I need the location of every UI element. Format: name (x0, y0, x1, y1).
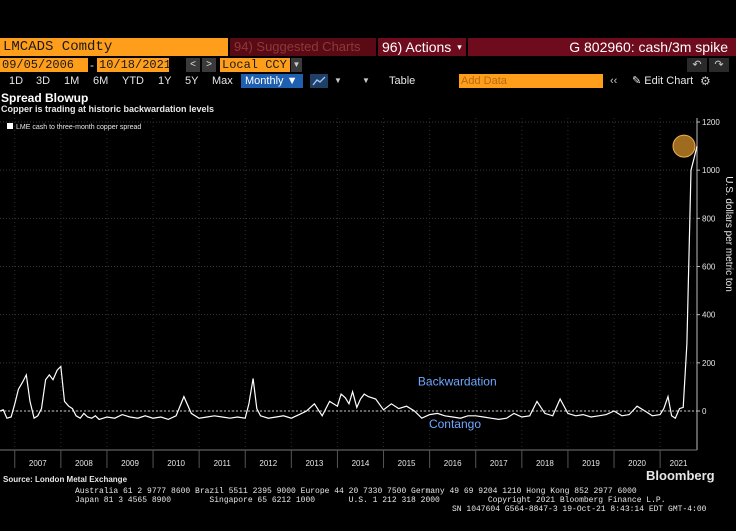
chart-area: 0 200 400 600 800 1000 1200 U.S. dollars per me… (0, 118, 734, 468)
period-ytd[interactable]: YTD (122, 74, 144, 88)
y-tick-label: 1200 (702, 118, 720, 127)
y-tick-label: 600 (702, 263, 716, 272)
footer-contacts-line2: Japan 81 3 4565 8900 Singapore 65 6212 1… (75, 496, 666, 505)
chevrons-left-icon[interactable]: ‹‹ (610, 74, 617, 88)
series-line (0, 145, 698, 421)
x-tick-label: 2014 (352, 459, 370, 468)
line-chart-glyph (312, 76, 326, 86)
graph-title: G 802960: cash/3m spike (468, 38, 736, 56)
x-tick-label: 2010 (167, 459, 185, 468)
chevron-right-icon[interactable]: > (202, 58, 216, 72)
chevron-down-icon[interactable]: ▼ (362, 74, 370, 88)
x-tick-label: 2008 (75, 459, 93, 468)
chart-title: Spread Blowup (1, 91, 89, 105)
period-3d[interactable]: 3D (36, 74, 50, 88)
ticker-field[interactable]: LMCADS Comdty (0, 38, 228, 56)
chevron-down-icon: ▾ (457, 42, 462, 52)
x-tick-label: 2015 (398, 459, 416, 468)
frequency-label: Monthly (245, 75, 284, 87)
x-tick-label: 2009 (121, 459, 139, 468)
footer-stamp: SN 1047604 G564-8847-3 19-Oct-21 8:43:14… (452, 505, 707, 514)
bloomberg-logo: Bloomberg (646, 468, 715, 483)
period-1m[interactable]: 1M (64, 74, 79, 88)
y-tick-label: 800 (702, 214, 716, 223)
header-bar: LMCADS Comdty 94) Suggested Charts 96) A… (0, 38, 736, 56)
legend: LME cash to three-month copper spread (7, 123, 141, 131)
y-tick-label: 200 (702, 359, 716, 368)
highlight-marker (672, 134, 696, 158)
x-tick-label: 2021 (670, 459, 688, 468)
x-tick-label: 2011 (214, 459, 232, 468)
redo-icon[interactable]: ↷ (709, 58, 729, 72)
period-1y[interactable]: 1Y (158, 74, 171, 88)
x-tick-label: 2007 (29, 459, 47, 468)
suggested-charts-button[interactable]: 94) Suggested Charts (230, 38, 376, 56)
date-separator: - (90, 58, 94, 72)
footer-contacts-line1: Australia 61 2 9777 8600 Brazil 5511 239… (75, 487, 637, 496)
x-tick-label: 2017 (490, 459, 508, 468)
chart-annotation: Backwardation (418, 375, 497, 389)
period-6m[interactable]: 6M (93, 74, 108, 88)
gear-icon[interactable]: ⚙ (700, 74, 711, 88)
start-date-input[interactable]: 09/05/2006 (0, 58, 88, 72)
y-tick-label: 1000 (702, 166, 720, 175)
period-5y[interactable]: 5Y (185, 74, 198, 88)
x-tick-label: 2012 (259, 459, 277, 468)
date-range-bar: 09/05/2006 - 10/18/2021 < > Local CCY ▼ … (0, 58, 736, 72)
actions-menu-button[interactable]: 96) Actions ▾ (378, 38, 466, 56)
y-tick-label: 0 (702, 407, 707, 416)
x-tick-label: 2013 (305, 459, 323, 468)
table-button[interactable]: Table (389, 74, 415, 88)
frequency-select[interactable]: Monthly ▼ (241, 74, 303, 88)
x-tick-label: 2020 (628, 459, 646, 468)
period-max[interactable]: Max (212, 74, 233, 88)
x-tick-label: 2019 (582, 459, 600, 468)
x-tick-label: 2018 (536, 459, 554, 468)
currency-select[interactable]: Local CCY (220, 58, 290, 72)
x-tick-label: 2016 (444, 459, 462, 468)
source-note: Source: London Metal Exchange (3, 475, 128, 484)
chevron-down-icon[interactable]: ▼ (334, 74, 342, 88)
edit-chart-button[interactable]: ✎ Edit Chart (632, 74, 693, 88)
end-date-input[interactable]: 10/18/2021 (97, 58, 171, 72)
undo-icon[interactable]: ↶ (687, 58, 707, 72)
chevron-down-icon[interactable]: ▼ (291, 58, 302, 72)
edit-chart-label: Edit Chart (644, 75, 694, 87)
chevron-left-icon[interactable]: < (186, 58, 200, 72)
legend-swatch (7, 123, 13, 129)
legend-label: LME cash to three-month copper spread (16, 124, 141, 131)
toolbar: 1D 3D 1M 6M YTD 1Y 5Y Max Monthly ▼ ▼ ▼ … (0, 74, 736, 88)
y-tick-label: 400 (702, 311, 716, 320)
actions-label: 96) Actions (382, 39, 452, 55)
y-axis-title: U.S. dollars per metric ton (723, 176, 734, 292)
add-data-input[interactable]: Add Data (459, 74, 603, 88)
line-chart-icon[interactable] (310, 74, 328, 88)
chart-annotation: Contango (429, 417, 481, 431)
period-1d[interactable]: 1D (9, 74, 23, 88)
